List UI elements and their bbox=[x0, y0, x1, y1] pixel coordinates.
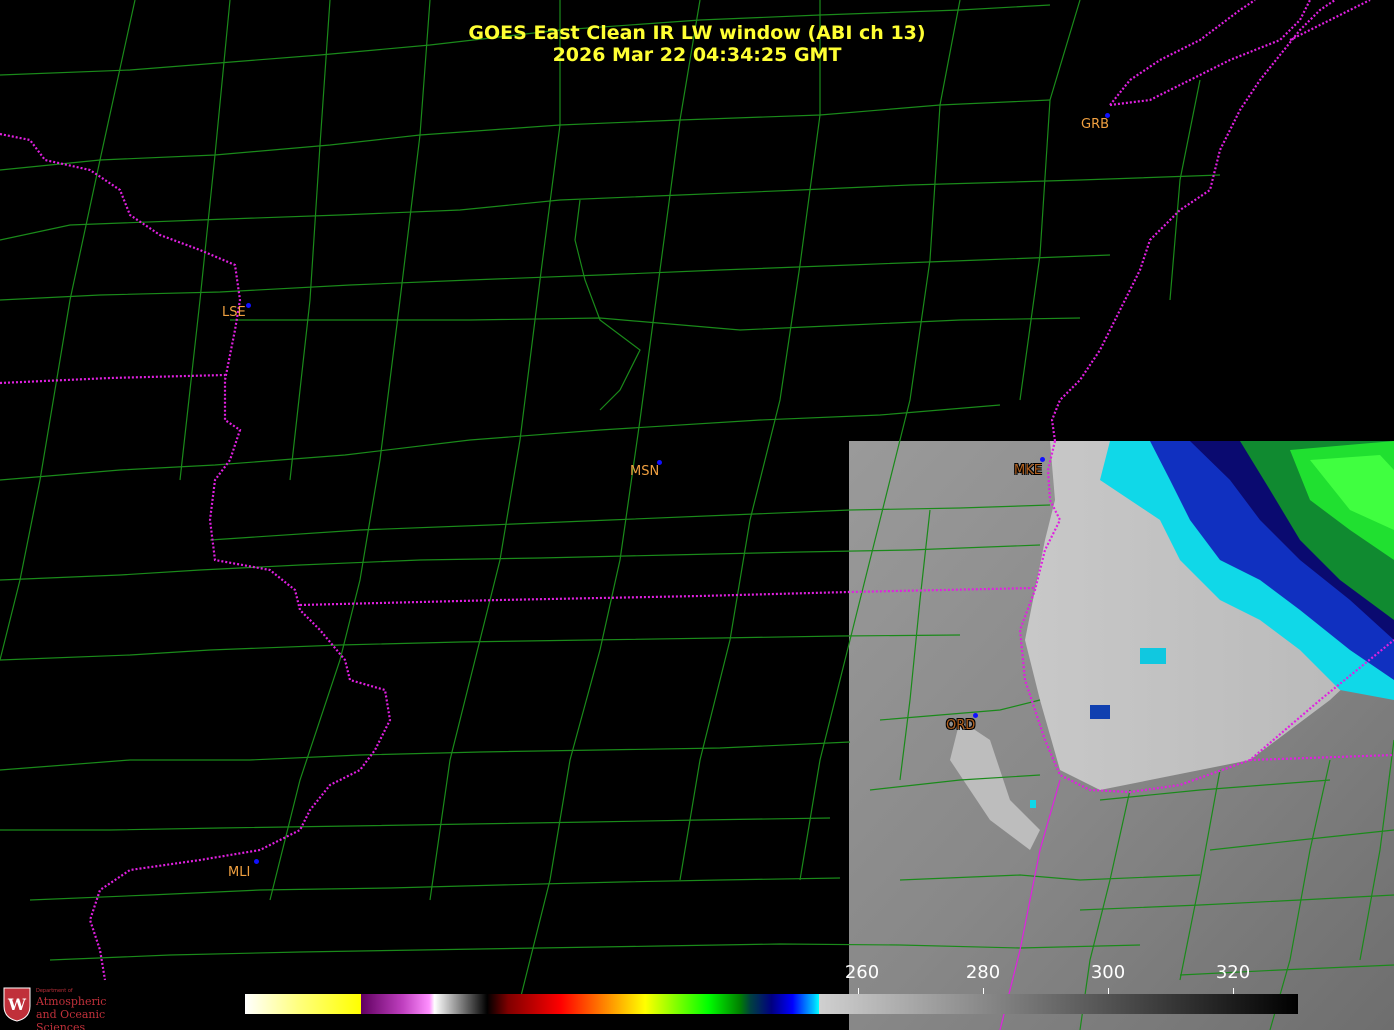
station-label-lse: LSE bbox=[222, 305, 246, 320]
colorbar-tickmark bbox=[1108, 988, 1109, 994]
colorbar-tick-300: 300 bbox=[1090, 962, 1126, 983]
colorbar-tick-260: 260 bbox=[844, 962, 880, 983]
station-marker-mli bbox=[254, 859, 259, 864]
title-line-2: 2026 Mar 22 04:34:25 GMT bbox=[552, 44, 842, 66]
colorbar-tickmark bbox=[858, 988, 859, 994]
logo-dept: Department of bbox=[36, 988, 73, 994]
uw-crest-icon: W bbox=[3, 987, 31, 1022]
station-label-grb: GRB bbox=[1081, 117, 1110, 132]
title-line-1: GOES East Clean IR LW window (ABI ch 13) bbox=[468, 22, 926, 44]
station-marker-mke bbox=[1040, 457, 1045, 462]
station-label-msn: MSN bbox=[630, 464, 660, 479]
satellite-map-view: GOES East Clean IR LW window (ABI ch 13)… bbox=[0, 0, 1394, 1030]
logo-line-1: Atmospheric bbox=[36, 995, 107, 1008]
map-canvas bbox=[0, 0, 1394, 1030]
colorbar-tick-280: 280 bbox=[965, 962, 1001, 983]
logo-line-2: and Oceanic Sciences bbox=[36, 1008, 106, 1030]
svg-text:W: W bbox=[7, 995, 27, 1014]
station-label-mke: MKE bbox=[1014, 463, 1042, 478]
station-label-mli: MLI bbox=[228, 865, 251, 880]
station-marker-lse bbox=[246, 303, 251, 308]
ir-imagery bbox=[849, 441, 1394, 1030]
aos-logo: W Department of Atmospheric and Oceanic … bbox=[2, 984, 152, 1030]
temperature-colorbar bbox=[245, 994, 1298, 1014]
station-label-ord: ORD bbox=[946, 718, 976, 733]
colorbar-tickmark bbox=[983, 988, 984, 994]
colorbar-tickmark bbox=[1233, 988, 1234, 994]
colorbar-tick-320: 320 bbox=[1215, 962, 1251, 983]
